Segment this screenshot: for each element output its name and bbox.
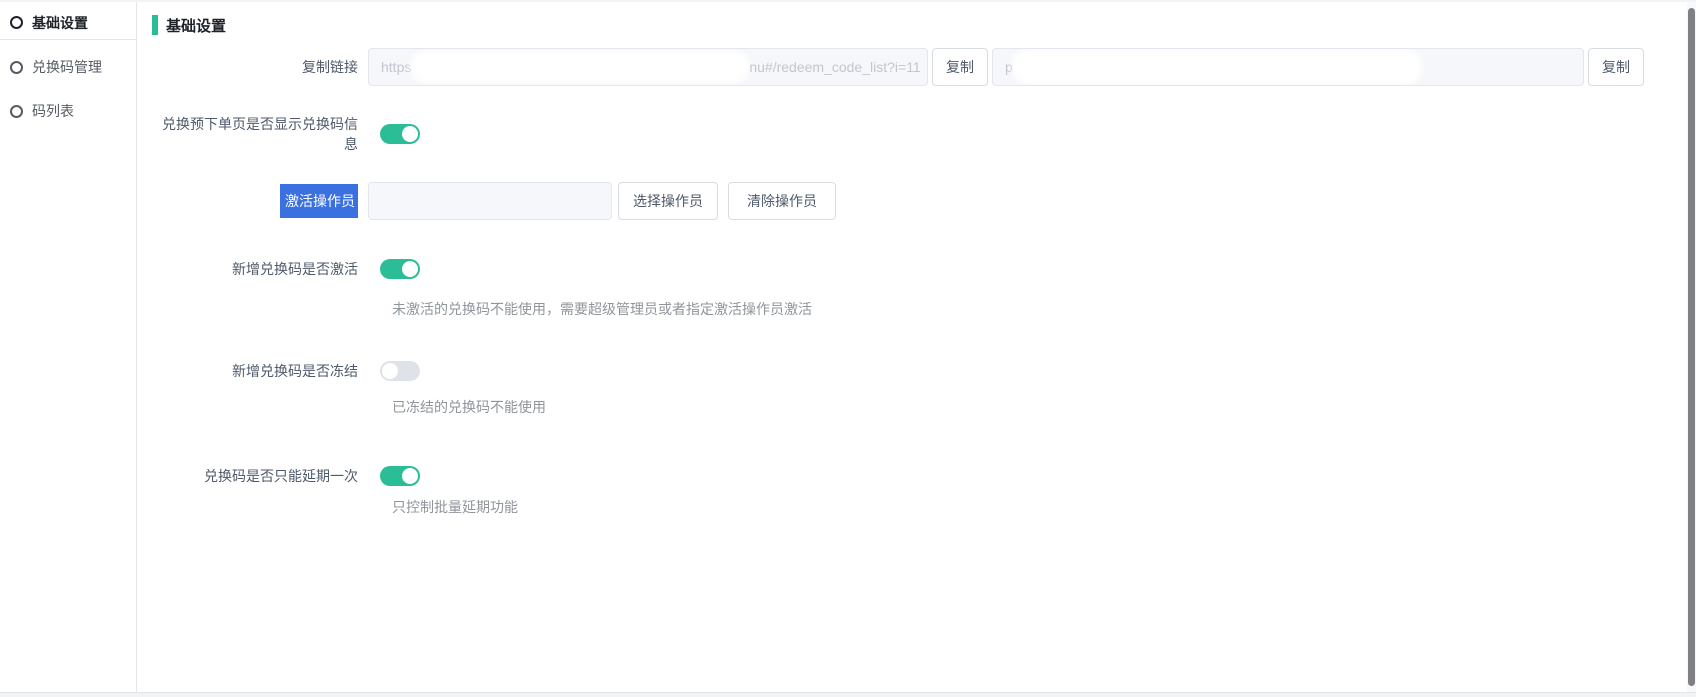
- link-text-prefix: p: [1005, 59, 1013, 75]
- postpone-once-toggle[interactable]: [380, 466, 420, 486]
- title-accent-bar: [152, 15, 158, 35]
- postpone-once-label: 兑换码是否只能延期一次: [204, 468, 358, 484]
- sidebar-item-label: 兑换码管理: [32, 59, 102, 75]
- show-code-info-toggle[interactable]: [380, 124, 420, 144]
- settings-form: 复制链接 https nu#/redeem_code_list?i=11 复制 …: [152, 48, 1686, 516]
- toggle-knob: [402, 126, 418, 142]
- radio-circle-icon: [10, 16, 23, 29]
- toggle-knob: [402, 468, 418, 484]
- link-text-suffix: nu#/redeem_code_list?i=11: [749, 59, 921, 75]
- copy-link-input-2[interactable]: p: [992, 48, 1584, 86]
- sidebar-item-label: 码列表: [32, 103, 74, 119]
- copy-link-label: 复制链接: [302, 59, 358, 75]
- settings-sidebar: 基础设置 兑换码管理 码列表: [0, 2, 137, 692]
- horizontal-scrollbar-area: [0, 692, 1696, 697]
- radio-circle-icon: [10, 60, 23, 74]
- postpone-once-hint: 只控制批量延期功能: [392, 499, 518, 515]
- activate-operator-input[interactable]: [368, 182, 612, 220]
- new-code-frozen-hint: 已冻结的兑换码不能使用: [392, 399, 546, 415]
- show-code-info-label: 兑换预下单页是否显示兑换码信息: [162, 116, 358, 152]
- new-code-frozen-row: 新增兑换码是否冻结: [152, 360, 1686, 382]
- activate-operator-label: 激活操作员: [152, 184, 368, 218]
- page-title: 基础设置: [166, 17, 227, 35]
- redacted-blur: [1016, 54, 1417, 80]
- sidebar-item-redeem-code-management[interactable]: 兑换码管理: [0, 50, 136, 84]
- vertical-scrollbar-thumb[interactable]: [1688, 8, 1695, 686]
- selected-text-highlight: 激活操作员: [280, 184, 358, 218]
- radio-circle-icon: [10, 104, 23, 118]
- copy-button-1[interactable]: 复制: [932, 48, 988, 86]
- copy-link-input-1[interactable]: https nu#/redeem_code_list?i=11: [368, 48, 928, 86]
- postpone-once-row: 兑换码是否只能延期一次: [152, 465, 1686, 487]
- new-code-activated-row: 新增兑换码是否激活: [152, 258, 1686, 280]
- toggle-knob: [402, 261, 418, 277]
- link-text-prefix: https: [381, 59, 412, 75]
- page-header: 基础设置: [152, 15, 1686, 35]
- sidebar-item-basic-settings[interactable]: 基础设置: [0, 6, 136, 40]
- toggle-knob: [382, 363, 398, 379]
- select-operator-button[interactable]: 选择操作员: [618, 182, 718, 220]
- new-code-activated-hint: 未激活的兑换码不能使用，需要超级管理员或者指定激活操作员激活: [392, 301, 812, 317]
- activate-operator-row: 激活操作员 选择操作员 清除操作员: [152, 182, 1686, 220]
- basic-settings-panel: 基础设置 复制链接 https nu#/redeem_code_list?i=1…: [138, 2, 1686, 516]
- copy-link-row: 复制链接 https nu#/redeem_code_list?i=11 复制 …: [152, 48, 1686, 86]
- new-code-activated-label: 新增兑换码是否激活: [232, 261, 358, 277]
- clear-operator-button[interactable]: 清除操作员: [728, 182, 836, 220]
- copy-button-2[interactable]: 复制: [1588, 48, 1644, 86]
- redacted-blur: [415, 56, 746, 78]
- show-code-info-row: 兑换预下单页是否显示兑换码信息: [152, 116, 1686, 152]
- new-code-frozen-toggle[interactable]: [380, 361, 420, 381]
- sidebar-item-label: 基础设置: [32, 14, 88, 31]
- new-code-frozen-label: 新增兑换码是否冻结: [232, 363, 358, 379]
- new-code-activated-toggle[interactable]: [380, 259, 420, 279]
- sidebar-item-code-list[interactable]: 码列表: [0, 94, 136, 128]
